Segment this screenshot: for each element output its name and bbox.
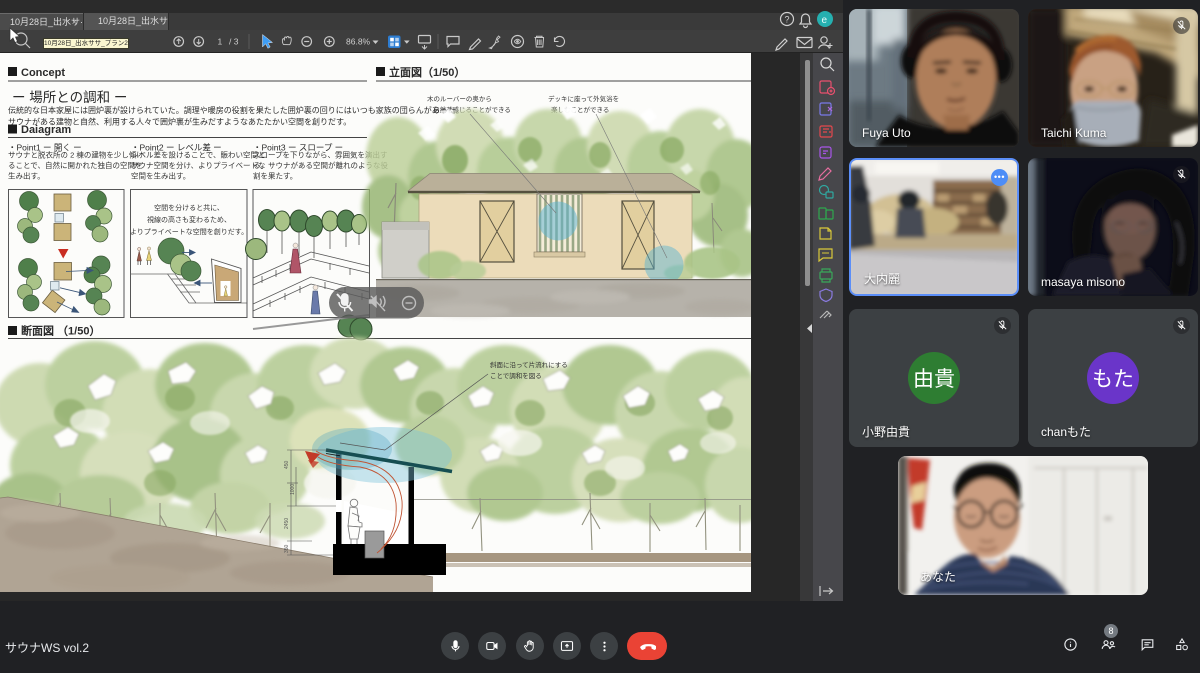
svg-text:e: e — [822, 15, 828, 26]
svg-text:86.8%: 86.8% — [346, 37, 371, 47]
svg-text:?: ? — [785, 15, 790, 25]
svg-text:1: 1 — [218, 37, 223, 47]
svg-text:/ 3: / 3 — [229, 37, 239, 47]
